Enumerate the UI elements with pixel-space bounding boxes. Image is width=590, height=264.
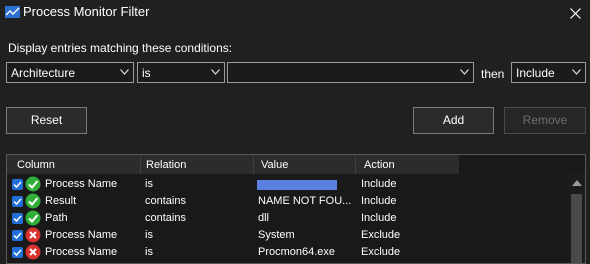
chevron-down-icon [572,69,581,75]
process-monitor-icon [5,6,20,18]
close-icon [569,7,581,19]
reset-button[interactable]: Reset [6,107,87,134]
include-icon [25,193,41,209]
row-column: Process Name [45,246,118,258]
header-relation[interactable]: Relation [146,159,186,171]
row-action: Include [361,178,397,190]
list-header: Column Relation Value Action [7,155,459,174]
header-action[interactable]: Action [364,159,395,171]
row-action: Include [361,212,397,224]
row-relation: is [145,229,153,241]
scrollbar-thumb[interactable] [571,194,582,263]
row-column: Path [45,212,68,224]
header-divider[interactable] [253,155,254,174]
checkmark-icon [13,181,22,189]
row-checkbox[interactable] [12,196,23,207]
row-checkbox[interactable] [12,213,23,224]
row-action: Exclude [361,229,401,241]
table-row[interactable]: Process Name is Procmon64.exe Exclude [7,244,567,261]
include-icon [25,176,41,192]
relation-select[interactable]: is [137,62,225,83]
row-checkbox[interactable] [12,247,23,258]
value-combobox[interactable] [227,62,474,83]
row-relation: contains [145,195,186,207]
checkmark-icon [13,232,22,240]
row-column: Result [45,195,77,207]
exclude-icon [25,227,41,243]
row-value: Procmon64.exe [258,246,336,258]
column-select-value: Architecture [11,66,76,80]
title-bar: Process Monitor Filter [0,0,590,26]
chevron-down-icon [211,69,220,75]
row-value: System [258,229,295,241]
filter-list[interactable]: Column Relation Value Action Process Nam… [6,154,586,264]
row-relation: contains [145,212,186,224]
chevron-down-icon [120,69,129,75]
row-relation: is [145,178,153,190]
action-select-value: Include [516,66,555,80]
window-title: Process Monitor Filter [23,4,150,19]
header-divider[interactable] [140,155,141,174]
scroll-up-icon[interactable] [572,180,582,186]
action-select[interactable]: Include [511,62,586,83]
chevron-down-icon [460,69,469,75]
header-value[interactable]: Value [261,159,288,171]
table-row[interactable]: Result contains NAME NOT FOU... Include [7,193,567,210]
then-label: then [481,67,505,81]
checkmark-icon [13,215,22,223]
checkmark-icon [13,249,22,257]
row-relation: is [145,246,153,258]
table-row[interactable]: Path contains dll Include [7,210,567,227]
include-icon [25,210,41,226]
row-checkbox[interactable] [12,179,23,190]
relation-select-value: is [142,66,151,80]
row-action: Include [361,195,397,207]
close-button[interactable] [560,0,590,26]
header-divider[interactable] [355,155,356,174]
column-select[interactable]: Architecture [6,62,134,83]
table-row[interactable]: Process Name is System Exclude [7,227,567,244]
row-value: NAME NOT FOU... [258,195,352,207]
table-row[interactable]: Process Name is Include [7,176,567,193]
row-action: Exclude [361,246,401,258]
exclude-icon [25,244,41,260]
remove-button[interactable]: Remove [504,107,586,134]
row-checkbox[interactable] [12,230,23,241]
checkmark-icon [13,198,22,206]
row-column: Process Name [45,229,118,241]
conditions-prompt: Display entries matching these condition… [8,41,233,55]
row-value-highlight [257,180,337,190]
add-button[interactable]: Add [413,107,494,134]
header-column[interactable]: Column [17,159,55,171]
row-value: dll [258,212,270,224]
vertical-scrollbar[interactable] [568,174,585,263]
row-column: Process Name [45,178,118,190]
